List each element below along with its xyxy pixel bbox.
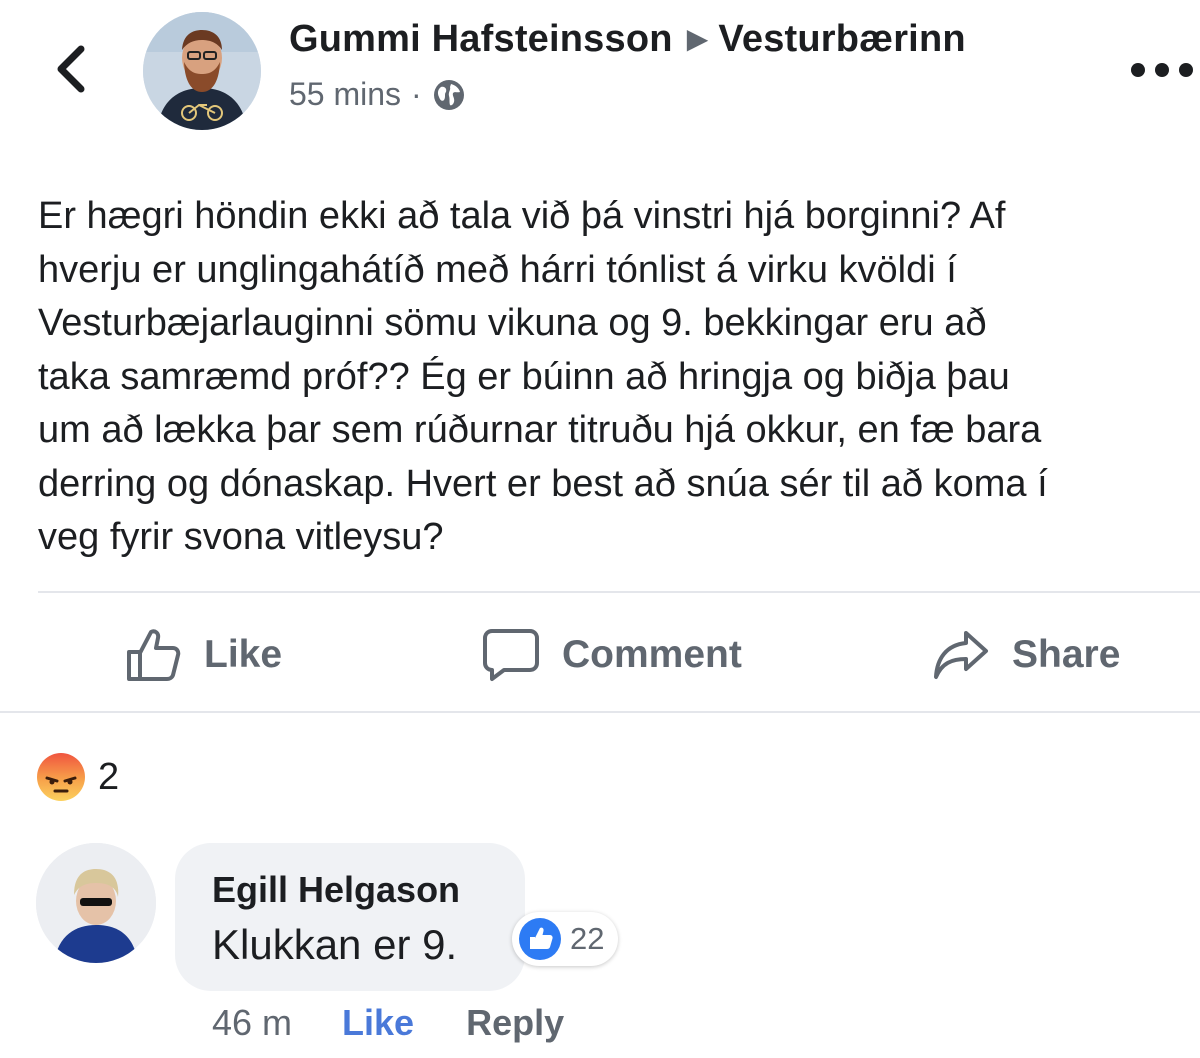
more-options-button[interactable] — [1126, 52, 1198, 88]
share-arrow-icon — [934, 631, 988, 679]
share-button[interactable]: Share — [932, 622, 1120, 688]
reactions-summary[interactable]: 2 — [36, 752, 119, 802]
post-header-title: Gummi Hafsteinsson ▶ Vesturbærinn — [289, 18, 966, 61]
comment-author[interactable]: Egill Helgason — [212, 869, 460, 911]
comment-reaction-badge[interactable]: 22 — [512, 912, 619, 966]
post-text: Er hægri höndin ekki að tala við þá vins… — [38, 195, 1048, 558]
triangle-right-icon: ▶ — [686, 23, 709, 54]
commenter-avatar[interactable] — [36, 843, 156, 963]
comment-reply-button[interactable]: Reply — [466, 1002, 564, 1044]
comment-meta: 46 m Like Reply — [212, 1002, 564, 1044]
group-name[interactable]: Vesturbærinn — [718, 18, 965, 60]
share-label: Share — [1012, 633, 1121, 676]
comment-reaction-count: 22 — [570, 921, 605, 956]
comment-label: Comment — [562, 633, 742, 676]
like-label: Like — [204, 633, 283, 676]
comment-like-button[interactable]: Like — [342, 1002, 414, 1044]
post-meta: 55 mins · — [289, 76, 466, 113]
comment-bubble-icon — [483, 629, 539, 681]
like-button[interactable]: Like — [124, 622, 282, 688]
more-dots-icon — [1131, 63, 1193, 77]
chevron-left-icon — [57, 45, 85, 93]
angry-reaction-icon — [37, 753, 85, 801]
meta-separator: · — [411, 76, 422, 112]
author-avatar[interactable] — [143, 12, 261, 130]
divider — [38, 591, 1200, 593]
comment-text: Klukkan er 9. — [212, 921, 458, 968]
like-reaction-icon — [519, 918, 561, 960]
reaction-count: 2 — [98, 755, 120, 798]
comment-button[interactable]: Comment — [482, 622, 742, 688]
thumbs-up-icon — [127, 629, 181, 681]
post-time[interactable]: 55 mins — [289, 76, 401, 113]
author-name[interactable]: Gummi Hafsteinsson — [289, 18, 673, 60]
divider — [0, 711, 1200, 713]
back-button[interactable] — [38, 36, 104, 102]
globe-icon — [433, 79, 464, 110]
comment-time[interactable]: 46 m — [212, 1002, 292, 1044]
